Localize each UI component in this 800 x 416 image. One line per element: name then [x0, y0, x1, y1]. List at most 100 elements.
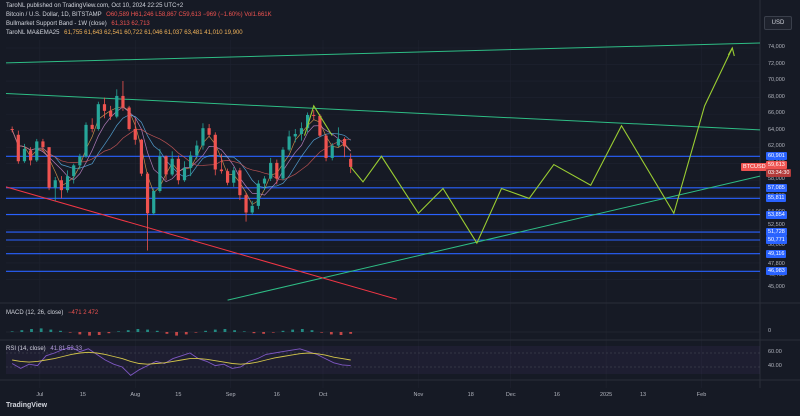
candle-body — [342, 138, 347, 147]
macd-histogram-bar — [117, 331, 120, 332]
macd-histogram-bar — [213, 329, 217, 332]
y-tick-label: 74,000 — [768, 44, 785, 50]
candle-body — [145, 173, 150, 214]
candle-body — [53, 180, 57, 188]
macd-histogram-bar — [126, 330, 130, 332]
macd-histogram-bar — [310, 330, 314, 332]
candle-body — [133, 129, 137, 140]
macd-histogram-bar — [194, 332, 198, 333]
y-tick-label: 52,500 — [768, 221, 785, 228]
macd-histogram-bar — [107, 332, 111, 334]
candle-countdown-label: 03:34:30 — [766, 168, 792, 177]
y-tick-label: 66,000 — [768, 110, 785, 117]
candle-body — [330, 145, 334, 158]
candle-body — [109, 110, 113, 117]
macd-histogram-bar — [320, 332, 324, 333]
y-tick-label: 62,000 — [768, 143, 785, 150]
rsi-band — [6, 346, 760, 374]
candle-body — [65, 176, 70, 191]
candle-body — [256, 183, 260, 206]
bull-band-values: 61,313 62,713 — [111, 21, 150, 27]
x-tick-label: Feb — [696, 392, 707, 398]
macd-histogram-bar — [233, 330, 237, 332]
macd-histogram-bar — [204, 330, 208, 332]
candle-body — [336, 138, 340, 146]
support-level-label: 46,983 — [766, 267, 787, 276]
x-tick-label: Dec — [505, 392, 516, 398]
tradingview-logo[interactable]: TradingView — [6, 402, 47, 409]
x-tick-label: Oct — [318, 392, 328, 398]
bull-band-legend[interactable]: Bullmarket Support Band - 1W (close) 61,… — [6, 21, 150, 27]
rsi-legend[interactable]: RSI (14, close) 41.81 52.33 — [6, 346, 82, 352]
candle-body — [158, 156, 162, 191]
candle-body — [78, 156, 82, 166]
candle-body — [96, 104, 100, 130]
macd-histogram-bar — [252, 332, 256, 334]
candle-body — [293, 133, 297, 137]
x-tick-label: Jul — [36, 392, 44, 398]
published-line: TaroNL published on TradingView.com, Oct… — [6, 3, 184, 9]
candle-body — [102, 104, 107, 111]
macd-histogram-bar — [146, 329, 149, 332]
support-level-label: 53,854 — [766, 210, 787, 219]
macd-histogram-bar — [281, 330, 285, 332]
macd-histogram-bar — [10, 331, 14, 332]
candle-body — [29, 150, 33, 161]
candle-body — [207, 128, 211, 135]
candle-body — [312, 114, 316, 116]
support-level-label: 50,771 — [766, 236, 787, 244]
macd-histogram-bar — [97, 332, 101, 335]
support-level-label: 55,811 — [766, 194, 787, 203]
symbol-label: Bitcoin / U.S. Dollar, 1D, BITSTAMP — [6, 12, 102, 18]
candle-body — [59, 180, 63, 191]
candle-body — [189, 155, 193, 168]
rsi-values: 41.81 52.33 — [50, 346, 83, 352]
candle-body — [152, 190, 156, 214]
candle-body — [72, 165, 76, 177]
macd-histogram-bar — [349, 332, 353, 334]
x-tick-label: Aug — [130, 392, 141, 398]
x-tick-label: 18 — [467, 392, 474, 398]
chart-stage: TaroNL published on TradingView.com, Oct… — [0, 0, 800, 416]
macd-histogram-bar — [291, 329, 295, 332]
macd-legend[interactable]: MACD (12, 26, close) −471 2 472 — [6, 310, 98, 316]
ma-ema-values: 61,755 61,643 62,541 60,722 61,046 61,03… — [64, 30, 243, 36]
candle-body — [47, 147, 51, 188]
support-level-label: 60,901 — [766, 152, 787, 161]
macd-histogram-bar — [68, 332, 72, 333]
macd-histogram-bar — [59, 330, 62, 332]
ma-ema-legend[interactable]: TaroNL MA&EMA25 61,755 61,643 62,541 60,… — [6, 30, 243, 36]
candle-body — [225, 171, 230, 183]
candle-body — [269, 162, 273, 179]
macd-histogram-bar — [175, 332, 178, 336]
candle-body — [219, 169, 224, 172]
y-tick-label: 72,000 — [768, 60, 785, 67]
x-tick-label: 13 — [639, 392, 647, 398]
x-tick-label: Sep — [225, 392, 236, 398]
candle-body — [16, 134, 20, 162]
candle-body — [195, 145, 199, 156]
macd-tick-label: 0 — [768, 328, 772, 334]
candle-body — [250, 205, 254, 213]
candle-body — [349, 158, 353, 167]
macd-histogram-bar — [20, 330, 24, 332]
candle-body — [232, 170, 236, 183]
candle-body — [324, 135, 328, 158]
candle-body — [244, 195, 248, 213]
candle-body — [22, 148, 27, 162]
candle-body — [238, 170, 242, 196]
y-tick-label: 68,000 — [768, 93, 785, 100]
candle-body — [201, 128, 205, 146]
candle-body — [170, 158, 174, 175]
y-tick-label: 64,000 — [768, 126, 785, 133]
currency-button[interactable]: USD — [764, 16, 792, 30]
macd-histogram-bar — [136, 329, 140, 332]
macd-histogram-bar — [49, 329, 53, 332]
macd-histogram-bar — [300, 329, 304, 332]
candle-body — [115, 95, 119, 117]
candle-body — [10, 129, 14, 131]
x-tick-label: 16 — [273, 392, 280, 398]
candle-body — [262, 178, 267, 184]
macd-histogram-bar — [262, 332, 266, 334]
price-chart[interactable] — [0, 0, 800, 416]
